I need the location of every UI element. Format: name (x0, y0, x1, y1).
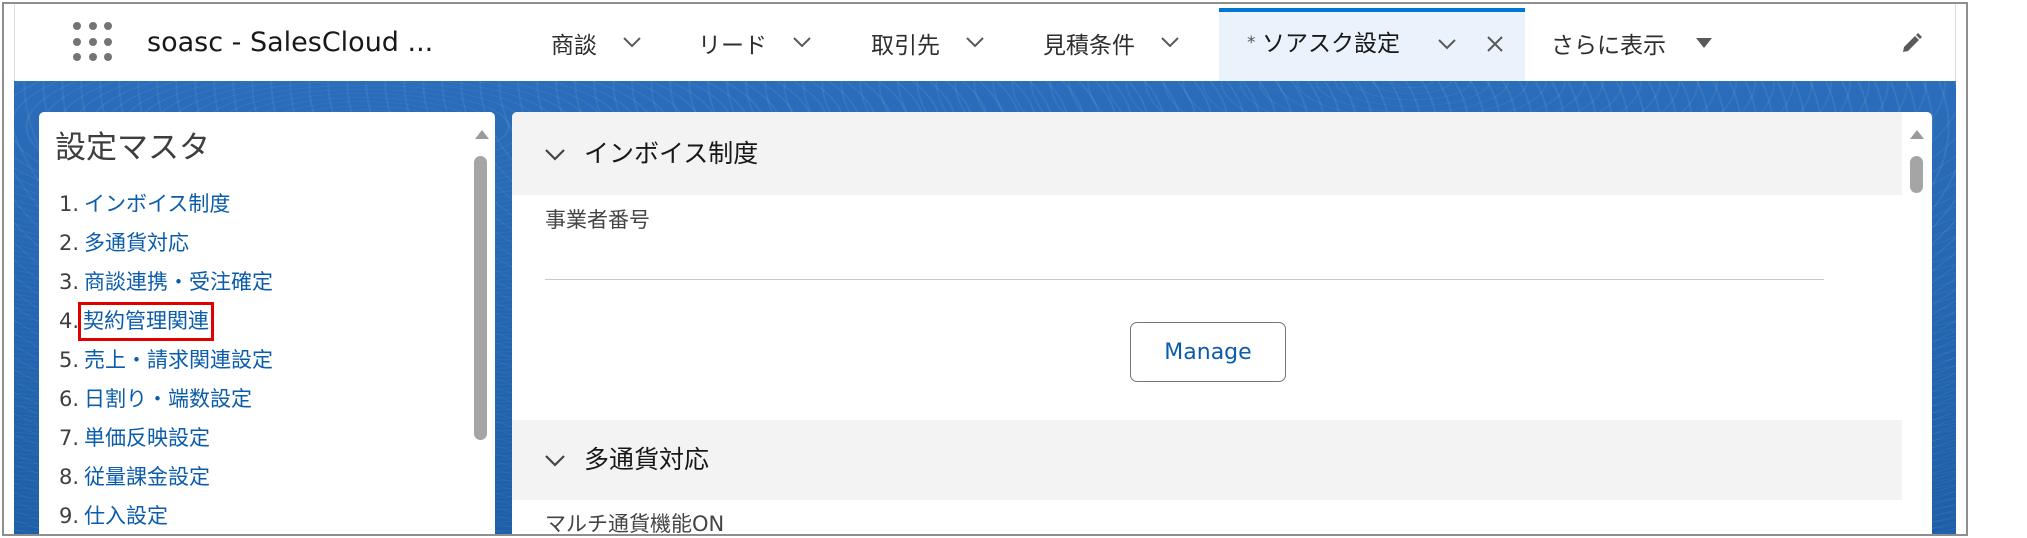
settings-link-invoice[interactable]: インボイス制度 (84, 192, 230, 216)
list-item: 3. 商談連携・受注確定 (59, 263, 273, 302)
unsaved-marker: * (1247, 33, 1256, 53)
item-number: 3. (59, 270, 80, 294)
app-window: soasc - SalesCloud ... 商談 リード 取引先 見積条件 *… (2, 2, 1968, 536)
settings-link-proration-rounding[interactable]: 日割り・端数設定 (84, 387, 252, 411)
settings-detail-panel: インボイス制度 事業者番号 Manage 多通貨対応 マルチ通貨機能ON (512, 112, 1932, 536)
manage-button[interactable]: Manage (1130, 322, 1286, 382)
settings-master-list: 1. インボイス制度 2. 多通貨対応 3. 商談連携・受注確定 4. 契約管理関連 5… (59, 185, 273, 534)
tab-label: さらに表示 (1551, 32, 1666, 59)
tab-accounts[interactable]: 取引先 (871, 4, 984, 81)
item-number: 6. (59, 387, 80, 411)
tab-leads[interactable]: リード (698, 4, 811, 81)
settings-master-panel: 設定マスタ 1. インボイス制度 2. 多通貨対応 3. 商談連携・受注確定 4. 契約… (39, 112, 495, 534)
chevron-down-icon[interactable] (1161, 37, 1179, 48)
field-label-multicurrency-on: マルチ通貨機能ON (545, 512, 725, 536)
item-number: 1. (59, 192, 80, 216)
tab-label: 取引先 (871, 32, 940, 59)
section-title: 多通貨対応 (584, 445, 710, 474)
app-name: soasc - SalesCloud ... (147, 27, 434, 58)
settings-link-unit-price[interactable]: 単価反映設定 (84, 426, 210, 450)
list-item: 2. 多通貨対応 (59, 224, 273, 263)
item-number: 2. (59, 231, 80, 255)
tab-opportunities[interactable]: 商談 (551, 4, 641, 81)
settings-link-purchasing[interactable]: 仕入設定 (84, 504, 168, 528)
scrollbar-thumb[interactable] (1910, 156, 1923, 193)
tab-soasc-settings-active[interactable]: * ソアスク設定 (1219, 8, 1525, 81)
workspace-background: 設定マスタ 1. インボイス制度 2. 多通貨対応 3. 商談連携・受注確定 4. 契約… (14, 81, 1956, 536)
settings-link-sales-billing[interactable]: 売上・請求関連設定 (84, 348, 273, 372)
app-launcher-icon[interactable] (73, 22, 112, 61)
chevron-down-icon[interactable] (545, 149, 565, 161)
tab-quote-conditions[interactable]: 見積条件 (1043, 4, 1179, 81)
scroll-up-arrow-icon[interactable] (1910, 130, 1924, 139)
section-title: インボイス制度 (584, 139, 759, 168)
list-item: 4. 契約管理関連 (59, 302, 273, 341)
scroll-up-arrow-icon[interactable] (475, 130, 489, 139)
pencil-icon[interactable] (1900, 31, 1924, 55)
tab-more[interactable]: さらに表示 (1551, 4, 1712, 81)
item-number: 9. (59, 504, 80, 528)
item-number: 8. (59, 465, 80, 489)
settings-link-multicurrency[interactable]: 多通貨対応 (84, 231, 189, 255)
section-header-multicurrency[interactable]: 多通貨対応 (512, 420, 1902, 500)
top-navigation-bar: soasc - SalesCloud ... 商談 リード 取引先 見積条件 *… (14, 4, 1956, 81)
field-divider (545, 279, 1824, 280)
list-item: 5. 売上・請求関連設定 (59, 341, 273, 380)
settings-link-usage-billing[interactable]: 従量課金設定 (84, 465, 210, 489)
panel-title: 設定マスタ (55, 130, 210, 166)
list-item: 8. 従量課金設定 (59, 458, 273, 497)
chevron-down-icon[interactable] (545, 455, 565, 467)
close-icon[interactable] (1485, 34, 1505, 54)
chevron-down-icon[interactable] (793, 37, 811, 48)
tab-label: リード (698, 32, 767, 59)
item-number: 5. (59, 348, 80, 372)
field-label-business-number: 事業者番号 (545, 208, 650, 232)
settings-link-contract-management-highlighted[interactable]: 契約管理関連 (78, 302, 215, 341)
tab-label: 見積条件 (1043, 32, 1135, 59)
tab-label: ソアスク設定 (1262, 31, 1400, 57)
settings-link-opportunity-integration[interactable]: 商談連携・受注確定 (84, 270, 273, 294)
list-item: 7. 単価反映設定 (59, 419, 273, 458)
chevron-down-icon[interactable] (623, 37, 641, 48)
list-item: 6. 日割り・端数設定 (59, 380, 273, 419)
item-number: 4. (59, 309, 80, 333)
chevron-down-icon[interactable] (1438, 39, 1456, 50)
item-number: 7. (59, 426, 80, 450)
list-item: 1. インボイス制度 (59, 185, 273, 224)
scrollbar-thumb[interactable] (474, 156, 487, 440)
tab-label: 商談 (551, 32, 597, 59)
caret-down-icon[interactable] (1696, 37, 1712, 48)
list-item: 9. 仕入設定 (59, 497, 273, 534)
section-header-invoice[interactable]: インボイス制度 (512, 112, 1902, 195)
chevron-down-icon[interactable] (966, 37, 984, 48)
